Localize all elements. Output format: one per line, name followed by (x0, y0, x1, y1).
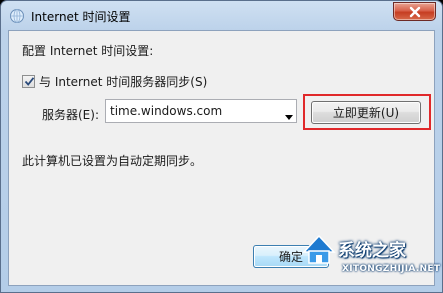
site-logo-icon (300, 230, 338, 269)
watermark: 系统之家 XITONGZHIJIA.NET (300, 220, 443, 293)
globe-clock-icon (9, 8, 25, 24)
sync-checkbox-label: 与 Internet 时间服务器同步(S) (39, 74, 208, 89)
checkmark-icon (24, 76, 35, 86)
sync-checkbox[interactable] (22, 74, 35, 88)
server-combobox[interactable]: time.windows.com (105, 99, 297, 123)
chevron-down-icon[interactable] (285, 109, 293, 123)
status-text: 此计算机已设置为自动定期同步。 (22, 154, 203, 168)
window-title: Internet 时间设置 (31, 10, 131, 24)
close-button[interactable] (393, 2, 436, 21)
title-bar[interactable]: Internet 时间设置 (1, 1, 442, 31)
watermark-brand: 系统之家 (338, 241, 406, 261)
sync-option[interactable]: 与 Internet 时间服务器同步(S) (22, 73, 207, 89)
section-heading: 配置 Internet 时间设置: (22, 44, 154, 58)
server-value: time.windows.com (110, 104, 223, 118)
watermark-url: XITONGZHIJIA.NET (342, 264, 441, 274)
server-label: 服务器(E): (42, 108, 99, 122)
update-now-button[interactable]: 立即更新(U) (311, 101, 421, 124)
